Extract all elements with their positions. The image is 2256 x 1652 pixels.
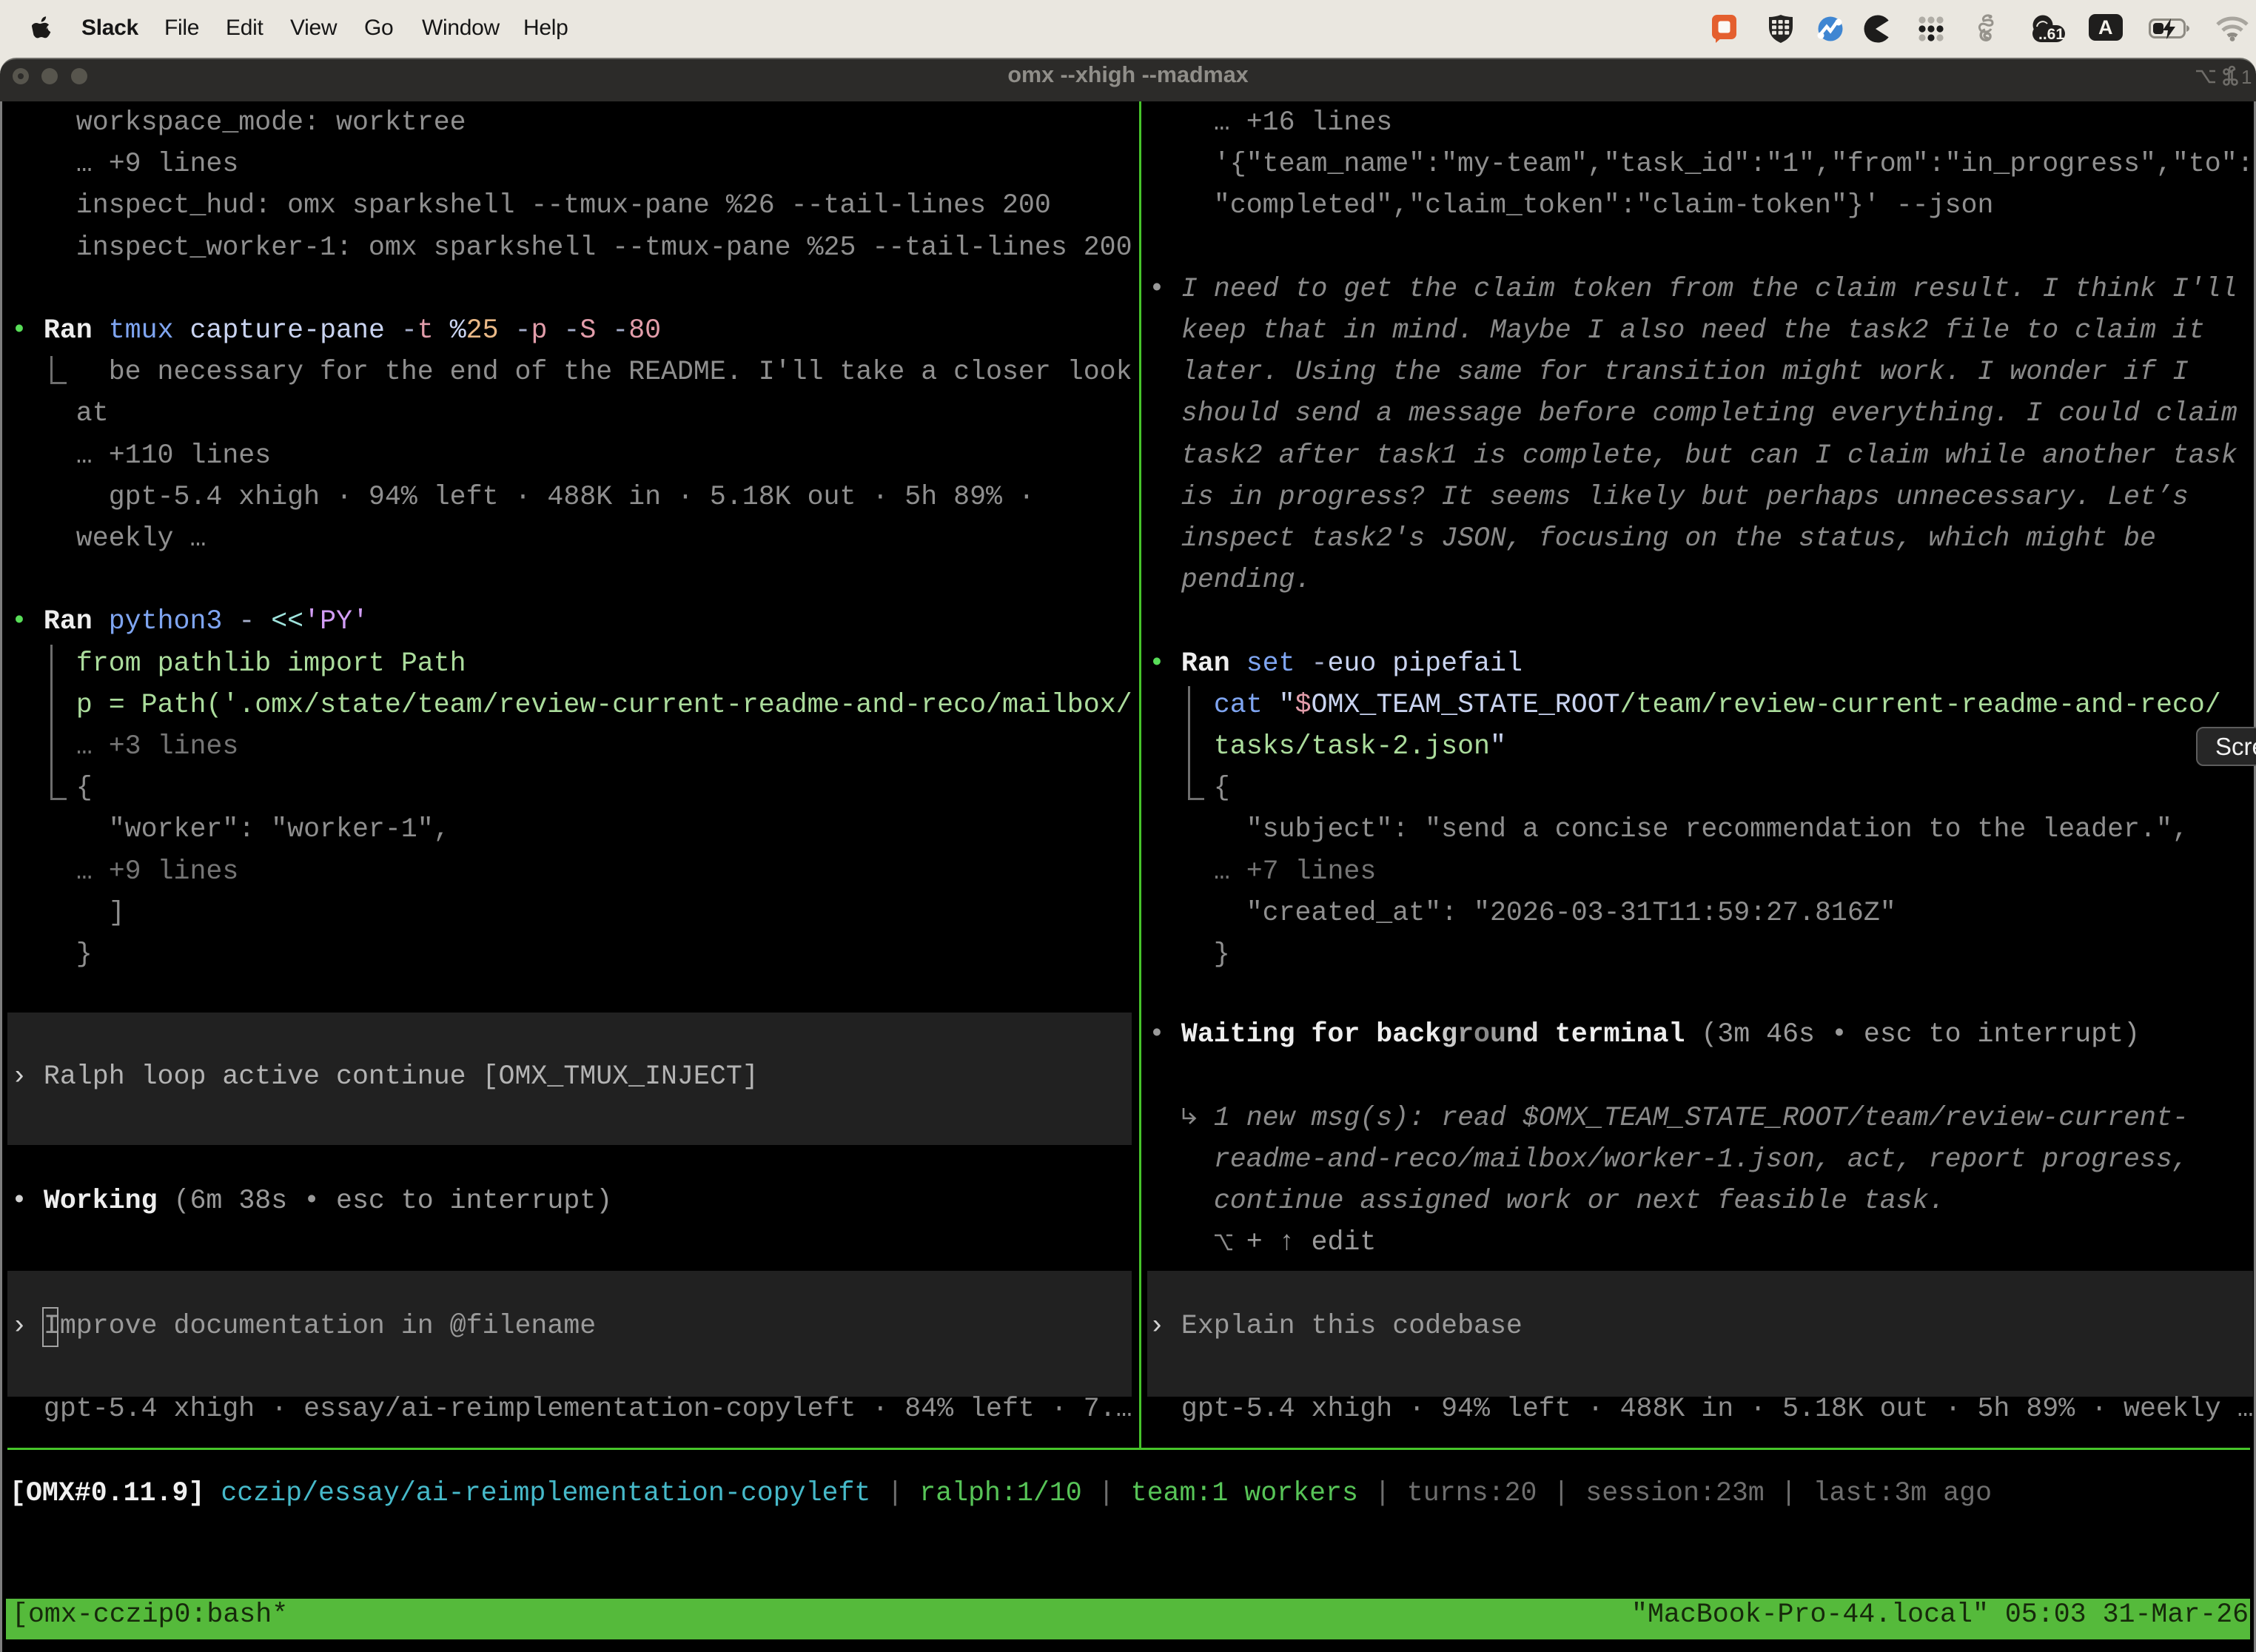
svg-text:1: 1 xyxy=(2241,66,2252,87)
svg-text:..61: ..61 xyxy=(2038,26,2064,43)
svg-text:A: A xyxy=(2098,16,2113,38)
